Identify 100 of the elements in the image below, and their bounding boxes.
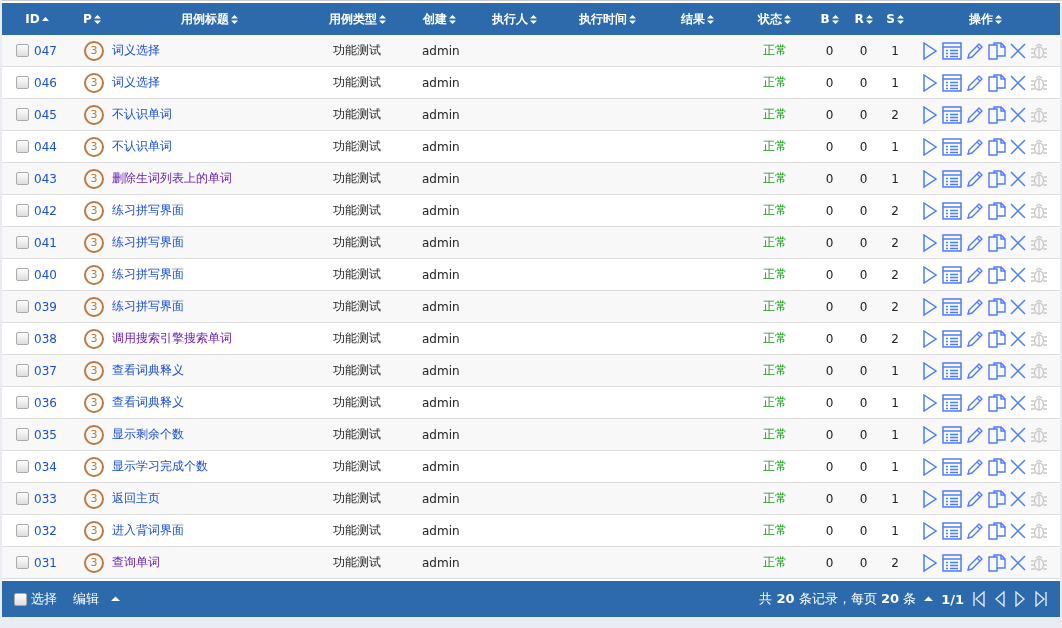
case-id-link[interactable]: 046 [34, 75, 57, 90]
caret-up-icon[interactable] [924, 596, 934, 602]
row-checkbox[interactable] [16, 556, 29, 569]
copy-icon[interactable] [988, 393, 1006, 412]
case-id-link[interactable]: 042 [34, 203, 57, 218]
case-title-link[interactable]: 练习拼写界面 [112, 202, 184, 219]
play-icon[interactable] [922, 329, 938, 348]
play-icon[interactable] [922, 361, 938, 380]
play-icon[interactable] [922, 233, 938, 252]
last-page-icon[interactable] [1034, 591, 1048, 607]
pencil-icon[interactable] [966, 105, 984, 124]
column-header[interactable]: 执行时间 [578, 10, 636, 28]
list-icon[interactable] [942, 393, 962, 412]
copy-icon[interactable] [988, 41, 1006, 60]
list-icon[interactable] [942, 329, 962, 348]
case-title-link[interactable]: 不认识单词 [112, 138, 172, 155]
pencil-icon[interactable] [966, 521, 984, 540]
pencil-icon[interactable] [966, 329, 984, 348]
close-icon[interactable] [1010, 170, 1026, 187]
row-checkbox[interactable] [16, 460, 29, 473]
column-header[interactable]: 执行人 [492, 10, 537, 28]
case-title-link[interactable]: 练习拼写界面 [112, 234, 184, 251]
previous-page-icon[interactable] [994, 591, 1006, 607]
copy-icon[interactable] [988, 73, 1006, 92]
caret-up-icon[interactable] [111, 596, 120, 602]
list-icon[interactable] [942, 297, 962, 316]
pencil-icon[interactable] [966, 425, 984, 444]
list-icon[interactable] [942, 233, 962, 252]
close-icon[interactable] [1010, 138, 1026, 155]
play-icon[interactable] [922, 137, 938, 156]
pencil-icon[interactable] [966, 393, 984, 412]
case-title-link[interactable]: 词义选择 [112, 42, 160, 59]
copy-icon[interactable] [988, 297, 1006, 316]
column-header[interactable]: ID [25, 12, 49, 26]
close-icon[interactable] [1010, 42, 1026, 59]
pencil-icon[interactable] [966, 553, 984, 572]
case-id-link[interactable]: 039 [34, 299, 57, 314]
pencil-icon[interactable] [966, 489, 984, 508]
row-checkbox[interactable] [16, 204, 29, 217]
close-icon[interactable] [1010, 458, 1026, 475]
pencil-icon[interactable] [966, 169, 984, 188]
play-icon[interactable] [922, 489, 938, 508]
play-icon[interactable] [922, 457, 938, 476]
close-icon[interactable] [1010, 106, 1026, 123]
close-icon[interactable] [1010, 522, 1026, 539]
copy-icon[interactable] [988, 201, 1006, 220]
row-checkbox[interactable] [16, 140, 29, 153]
close-icon[interactable] [1010, 426, 1026, 443]
list-icon[interactable] [942, 73, 962, 92]
play-icon[interactable] [922, 169, 938, 188]
play-icon[interactable] [922, 201, 938, 220]
column-header[interactable]: S [886, 12, 904, 26]
copy-icon[interactable] [988, 553, 1006, 572]
pencil-icon[interactable] [966, 361, 984, 380]
case-title-link[interactable]: 显示剩余个数 [112, 426, 184, 443]
copy-icon[interactable] [988, 521, 1006, 540]
case-id-link[interactable]: 038 [34, 331, 57, 346]
play-icon[interactable] [922, 265, 938, 284]
case-title-link[interactable]: 查看词典释义 [112, 362, 184, 379]
row-checkbox[interactable] [16, 524, 29, 537]
row-checkbox[interactable] [16, 172, 29, 185]
close-icon[interactable] [1010, 234, 1026, 251]
copy-icon[interactable] [988, 329, 1006, 348]
row-checkbox[interactable] [16, 300, 29, 313]
list-icon[interactable] [942, 265, 962, 284]
case-id-link[interactable]: 041 [34, 235, 57, 250]
close-icon[interactable] [1010, 554, 1026, 571]
case-title-link[interactable]: 查看词典释义 [112, 394, 184, 411]
pencil-icon[interactable] [966, 41, 984, 60]
play-icon[interactable] [922, 425, 938, 444]
play-icon[interactable] [922, 105, 938, 124]
play-icon[interactable] [922, 41, 938, 60]
row-checkbox[interactable] [16, 364, 29, 377]
row-checkbox[interactable] [16, 428, 29, 441]
column-header[interactable]: B [820, 12, 839, 26]
next-page-icon[interactable] [1014, 591, 1026, 607]
row-checkbox[interactable] [16, 268, 29, 281]
pencil-icon[interactable] [966, 233, 984, 252]
close-icon[interactable] [1010, 74, 1026, 91]
copy-icon[interactable] [988, 361, 1006, 380]
list-icon[interactable] [942, 521, 962, 540]
copy-icon[interactable] [988, 137, 1006, 156]
case-id-link[interactable]: 031 [34, 555, 57, 570]
case-title-link[interactable]: 返回主页 [112, 490, 160, 507]
play-icon[interactable] [922, 297, 938, 316]
case-title-link[interactable]: 不认识单词 [112, 106, 172, 123]
column-header[interactable]: 用例类型 [328, 10, 386, 28]
play-icon[interactable] [922, 553, 938, 572]
column-header[interactable]: 用例标题 [181, 10, 238, 28]
close-icon[interactable] [1010, 266, 1026, 283]
play-icon[interactable] [922, 73, 938, 92]
list-icon[interactable] [942, 105, 962, 124]
copy-icon[interactable] [988, 265, 1006, 284]
close-icon[interactable] [1010, 298, 1026, 315]
select-all-checkbox[interactable]: 选择 [14, 590, 57, 608]
list-icon[interactable] [942, 457, 962, 476]
close-icon[interactable] [1010, 330, 1026, 347]
case-id-link[interactable]: 032 [34, 523, 57, 538]
pencil-icon[interactable] [966, 73, 984, 92]
case-id-link[interactable]: 044 [34, 139, 57, 154]
